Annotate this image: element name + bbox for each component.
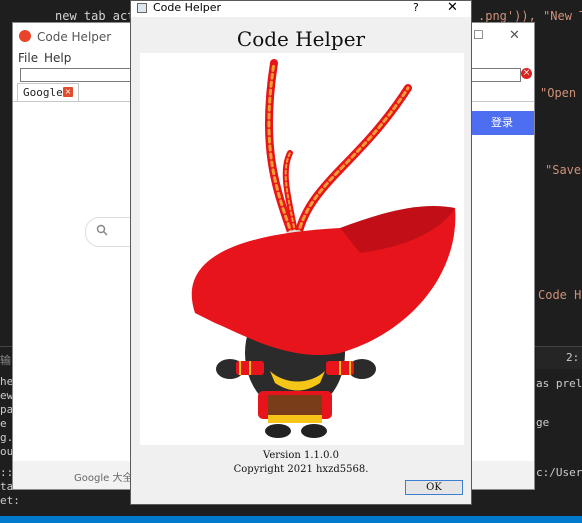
code-string-open: "Open f — [540, 86, 577, 100]
dialog-heading: Code Helper — [236, 27, 366, 51]
terminal-selector-label: 2: P — [566, 351, 580, 364]
close-icon[interactable]: ✕ — [509, 28, 520, 43]
ok-button[interactable]: OK — [405, 480, 463, 495]
about-dialog: Code Helper ? ✕ Code Helper Version 1.1.… — [130, 0, 472, 505]
search-icon — [96, 224, 108, 239]
code-string-save: "Save — [545, 163, 582, 177]
terminal-line-right: ge — [536, 416, 550, 429]
tab-label: Google — [23, 86, 63, 99]
terminal-line: et: — [0, 494, 20, 507]
app-logo-icon — [19, 30, 31, 42]
status-bar — [0, 516, 582, 523]
copyright-text: Copyright 2021 hxzd5568. — [233, 464, 369, 475]
code-string-fragment: .png')), "New Tab — [478, 9, 582, 23]
dialog-titlebar: Code Helper ? ✕ — [131, 0, 471, 17]
tab-google[interactable]: Google × — [17, 83, 79, 101]
browser-title: Code Helper — [37, 30, 112, 44]
login-button[interactable]: 登录 — [470, 111, 534, 135]
menu-file[interactable]: File — [18, 51, 38, 65]
menu-help[interactable]: Help — [44, 51, 71, 65]
mascot-image — [140, 53, 464, 445]
panel-tab-output[interactable]: 输 — [0, 352, 11, 368]
version-text: Version 1.1.0.0 — [263, 450, 339, 461]
footer-link-google-all[interactable]: Google 大全 — [74, 469, 132, 484]
maximize-icon[interactable]: ☐ — [473, 28, 484, 42]
code-line-fragment: new_tab_acti — [55, 9, 142, 23]
code-string-codehelper: Code He — [538, 288, 582, 302]
terminal-selector[interactable]: 2: P — [536, 347, 582, 369]
terminal-line-right: as preloa — [536, 377, 582, 390]
close-icon[interactable]: ✕ — [447, 0, 458, 15]
help-icon[interactable]: ? — [413, 1, 419, 14]
dialog-title: Code Helper — [153, 1, 222, 14]
tab-close-icon[interactable]: × — [63, 87, 73, 97]
window-icon — [137, 3, 147, 13]
terminal-line-right: c:/Users, — [536, 466, 582, 479]
clear-address-icon[interactable]: × — [521, 68, 532, 79]
